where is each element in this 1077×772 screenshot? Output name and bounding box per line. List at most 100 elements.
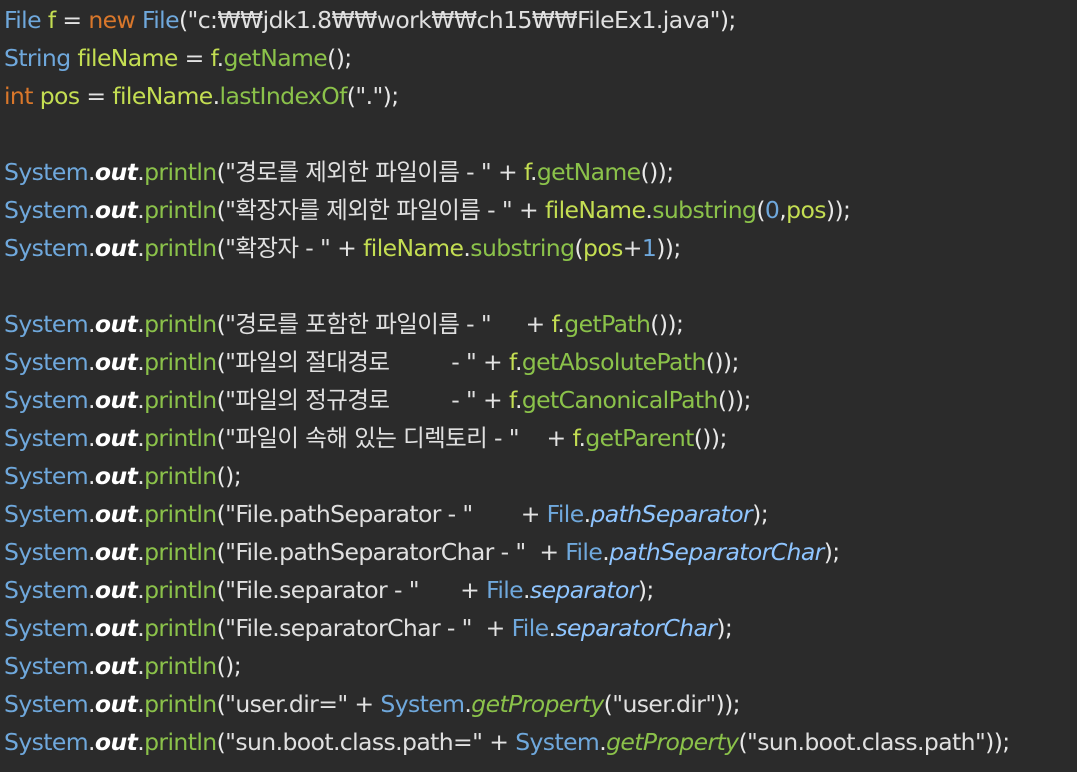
punctuation-token: . bbox=[514, 386, 522, 414]
code-line[interactable]: int pos = fileName.lastIndexOf("."); bbox=[0, 77, 1077, 115]
keyword-token: new bbox=[88, 6, 136, 34]
operator-token: + bbox=[485, 614, 512, 642]
punctuation-token: ); bbox=[716, 614, 733, 642]
class-token: System bbox=[4, 728, 89, 756]
static-field-token: pathSeparator bbox=[590, 500, 753, 528]
class-token: System bbox=[4, 196, 89, 224]
class-token: File bbox=[486, 576, 524, 604]
operator-token: = bbox=[177, 44, 211, 72]
operator-token: = bbox=[55, 6, 89, 34]
static-field-token: out bbox=[94, 652, 138, 680]
string-token: "user.dir" bbox=[612, 690, 716, 718]
method-token: println bbox=[144, 728, 217, 756]
static-field-token: out bbox=[94, 576, 138, 604]
operator-token: = bbox=[79, 82, 113, 110]
method-token: println bbox=[144, 310, 217, 338]
method-token: println bbox=[144, 690, 217, 718]
code-line[interactable]: System.out.println("user.dir=" + System.… bbox=[0, 685, 1077, 723]
static-field-token: out bbox=[94, 614, 138, 642]
code-line[interactable]: System.out.println("파일이 속해 있는 디렉토리 - " +… bbox=[0, 419, 1077, 457]
keyword-token: int bbox=[4, 82, 33, 110]
code-line[interactable]: System.out.println("경로를 제외한 파일이름 - " + f… bbox=[0, 153, 1077, 191]
static-field-token: out bbox=[94, 690, 138, 718]
variable-token: fileName bbox=[544, 196, 646, 224]
class-token: File bbox=[4, 6, 42, 34]
punctuation-token: ()); bbox=[650, 310, 684, 338]
code-line[interactable]: File f = new File("c:₩₩jdk1.8₩₩work₩₩ch1… bbox=[0, 1, 1077, 39]
method-token: println bbox=[144, 500, 217, 528]
code-line[interactable]: System.out.println("File.separator - " +… bbox=[0, 571, 1077, 609]
class-token: System bbox=[4, 158, 89, 186]
method-token: substring bbox=[652, 196, 757, 224]
punctuation-token: . bbox=[88, 690, 95, 718]
string-token: "c:₩₩jdk1.8₩₩work₩₩ch15₩₩FileEx1.java" bbox=[187, 6, 721, 34]
method-token: getName bbox=[536, 158, 641, 186]
punctuation-token: . bbox=[88, 234, 95, 262]
code-line[interactable]: System.out.println("파일의 절대경로 - " + f.get… bbox=[0, 343, 1077, 381]
static-field-token: pathSeparatorChar bbox=[609, 538, 824, 566]
variable-token: pos bbox=[583, 234, 623, 262]
code-line[interactable]: System.out.println("확장자를 제외한 파일이름 - " + … bbox=[0, 191, 1077, 229]
variable-token: pos bbox=[786, 196, 826, 224]
code-editor[interactable]: File f = new File("c:₩₩jdk1.8₩₩work₩₩ch1… bbox=[0, 0, 1077, 772]
method-token: println bbox=[144, 424, 217, 452]
code-line[interactable]: System.out.println(); bbox=[0, 457, 1077, 495]
punctuation-token: ( bbox=[738, 728, 748, 756]
operator-token: + bbox=[347, 690, 381, 718]
punctuation-token: . bbox=[88, 386, 95, 414]
punctuation-token: ( bbox=[574, 234, 583, 262]
static-field-token: out bbox=[94, 424, 138, 452]
punctuation-token: ( bbox=[216, 614, 226, 642]
code-line[interactable]: System.out.println("File.pathSeparatorCh… bbox=[0, 533, 1077, 571]
string-token: "File.separatorChar - " bbox=[225, 614, 486, 642]
code-line[interactable]: System.out.println("sun.boot.class.path=… bbox=[0, 723, 1077, 761]
punctuation-token: . bbox=[88, 576, 95, 604]
string-token: "경로를 포함한 파일이름 - " bbox=[225, 310, 526, 338]
class-token: File bbox=[546, 500, 585, 528]
punctuation-token: )); bbox=[656, 234, 681, 262]
punctuation-token: . bbox=[88, 462, 95, 490]
method-token: println bbox=[144, 652, 217, 680]
punctuation-token: . bbox=[88, 614, 95, 642]
method-token: getParent bbox=[585, 424, 694, 452]
punctuation-token: ( bbox=[216, 538, 226, 566]
punctuation-token: . bbox=[212, 82, 220, 110]
code-line[interactable]: System.out.println("파일의 정규경로 - " + f.get… bbox=[0, 381, 1077, 419]
punctuation-token: . bbox=[88, 348, 95, 376]
static-method-token: getProperty bbox=[606, 728, 739, 756]
punctuation-token: ( bbox=[603, 690, 613, 718]
static-field-token: separatorChar bbox=[555, 614, 717, 642]
punctuation-token: . bbox=[88, 424, 95, 452]
class-token: System bbox=[4, 614, 89, 642]
static-method-token: getProperty bbox=[471, 690, 604, 718]
punctuation-token: . bbox=[529, 158, 537, 186]
string-token: "sun.boot.class.path" bbox=[747, 728, 986, 756]
punctuation-token: ( bbox=[216, 500, 226, 528]
punctuation-token: ()); bbox=[640, 158, 675, 186]
code-line[interactable]: String fileName = f.getName(); bbox=[0, 39, 1077, 77]
variable-token: fileName bbox=[112, 82, 213, 110]
static-field-token: out bbox=[94, 386, 138, 414]
code-line[interactable] bbox=[0, 115, 1077, 153]
method-token: println bbox=[144, 348, 217, 376]
class-token: System bbox=[4, 386, 89, 414]
operator-token: + bbox=[476, 348, 509, 376]
code-line[interactable]: System.out.println("File.separatorChar -… bbox=[0, 609, 1077, 647]
punctuation-token: (); bbox=[327, 44, 352, 72]
code-line[interactable] bbox=[0, 267, 1077, 305]
punctuation-token: ( bbox=[216, 310, 226, 338]
punctuation-token: ); bbox=[719, 6, 736, 34]
punctuation-token: ()); bbox=[705, 348, 740, 376]
code-line[interactable]: System.out.println("경로를 포함한 파일이름 - " + f… bbox=[0, 305, 1077, 343]
method-token: lastIndexOf bbox=[219, 82, 348, 110]
punctuation-token: . bbox=[88, 310, 95, 338]
code-line[interactable]: System.out.println(); bbox=[0, 647, 1077, 685]
class-token: String bbox=[4, 44, 71, 72]
code-line[interactable]: System.out.println("File.pathSeparator -… bbox=[0, 495, 1077, 533]
method-token: println bbox=[144, 538, 217, 566]
code-line[interactable]: System.out.println("확장자 - " + fileName.s… bbox=[0, 229, 1077, 267]
static-field-token: out bbox=[94, 462, 138, 490]
operator-token: + bbox=[546, 424, 573, 452]
punctuation-token: ( bbox=[216, 348, 226, 376]
class-token: System bbox=[4, 234, 89, 262]
